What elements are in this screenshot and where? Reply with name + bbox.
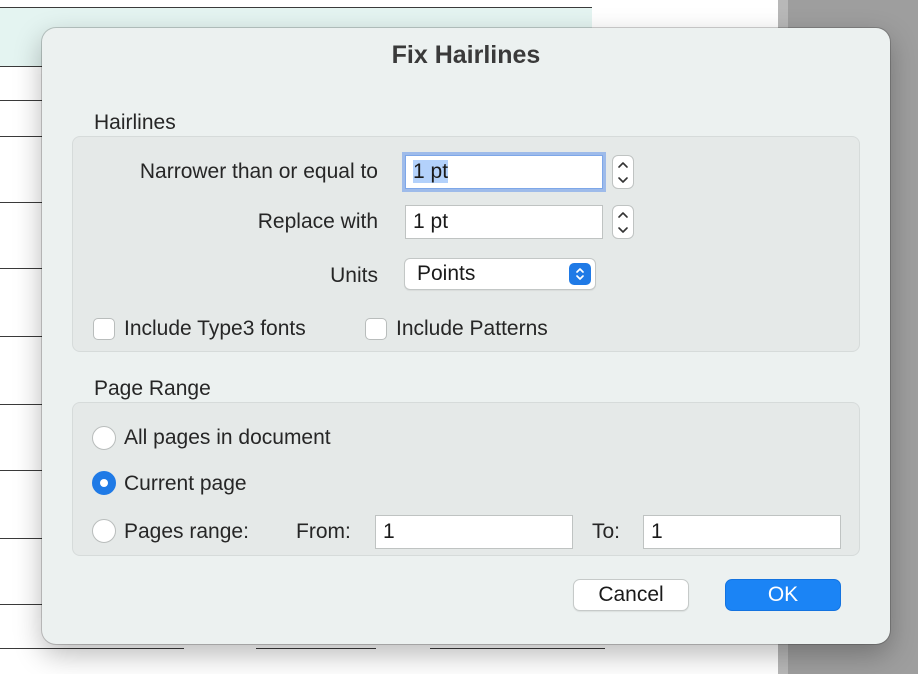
- background-rule: [0, 648, 184, 649]
- from-field[interactable]: 1: [375, 515, 573, 549]
- chevron-down-icon: [618, 226, 628, 233]
- narrower-stepper[interactable]: [612, 155, 634, 189]
- cancel-button[interactable]: Cancel: [573, 579, 689, 611]
- pages-range-radio[interactable]: [92, 519, 116, 543]
- all-pages-radio[interactable]: [92, 426, 116, 450]
- narrower-label: Narrower than or equal to: [139, 160, 378, 183]
- dialog-title: Fix Hairlines: [391, 41, 541, 69]
- include-type3-label[interactable]: Include Type3 fonts: [124, 317, 306, 341]
- from-label: From:: [296, 520, 351, 543]
- background-rule: [0, 100, 42, 101]
- background-rule: [0, 404, 42, 405]
- include-type3-checkbox[interactable]: [93, 318, 115, 340]
- to-value: 1: [651, 520, 663, 543]
- background-rule: [0, 604, 42, 605]
- page-range-section-label: Page Range: [94, 377, 211, 400]
- hairlines-section-label: Hairlines: [94, 111, 176, 134]
- current-page-label[interactable]: Current page: [124, 472, 247, 496]
- to-field[interactable]: 1: [643, 515, 841, 549]
- fix-hairlines-dialog: Fix Hairlines Hairlines Narrower than or…: [42, 28, 890, 644]
- units-popup[interactable]: Points: [404, 258, 596, 290]
- ok-button[interactable]: OK: [725, 579, 841, 611]
- replace-value: 1 pt: [413, 210, 449, 233]
- chevron-up-icon: [618, 211, 628, 218]
- current-page-radio[interactable]: [92, 471, 116, 495]
- background-rule: [0, 136, 42, 137]
- background-rule: [256, 648, 376, 649]
- to-label: To:: [592, 520, 621, 543]
- replace-field[interactable]: 1 pt: [405, 205, 603, 239]
- background-rule: [430, 648, 605, 649]
- units-selected: Points: [417, 262, 476, 285]
- replace-label: Replace with: [257, 210, 378, 233]
- narrower-step-up-button[interactable]: [613, 156, 633, 172]
- from-value: 1: [383, 520, 395, 543]
- include-patterns-checkbox[interactable]: [365, 318, 387, 340]
- background-rule: [0, 268, 42, 269]
- replace-step-down-button[interactable]: [613, 222, 633, 238]
- background-rule: [0, 538, 42, 539]
- include-patterns-label[interactable]: Include Patterns: [396, 317, 548, 341]
- narrower-field[interactable]: 1 pt: [405, 155, 603, 189]
- narrower-value: 1 pt: [413, 160, 449, 183]
- replace-step-up-button[interactable]: [613, 206, 633, 222]
- background-rule: [0, 470, 42, 471]
- background-rule: [0, 7, 592, 8]
- all-pages-label[interactable]: All pages in document: [124, 426, 331, 450]
- chevron-down-icon: [618, 176, 628, 183]
- background-rule: [0, 336, 42, 337]
- replace-stepper[interactable]: [612, 205, 634, 239]
- narrower-step-down-button[interactable]: [613, 172, 633, 188]
- background-rule: [0, 66, 42, 67]
- background-rule: [0, 202, 42, 203]
- chevron-up-icon: [618, 161, 628, 168]
- units-label: Units: [330, 264, 378, 287]
- pages-range-label[interactable]: Pages range:: [124, 520, 249, 544]
- chevron-up-down-icon: [569, 263, 591, 285]
